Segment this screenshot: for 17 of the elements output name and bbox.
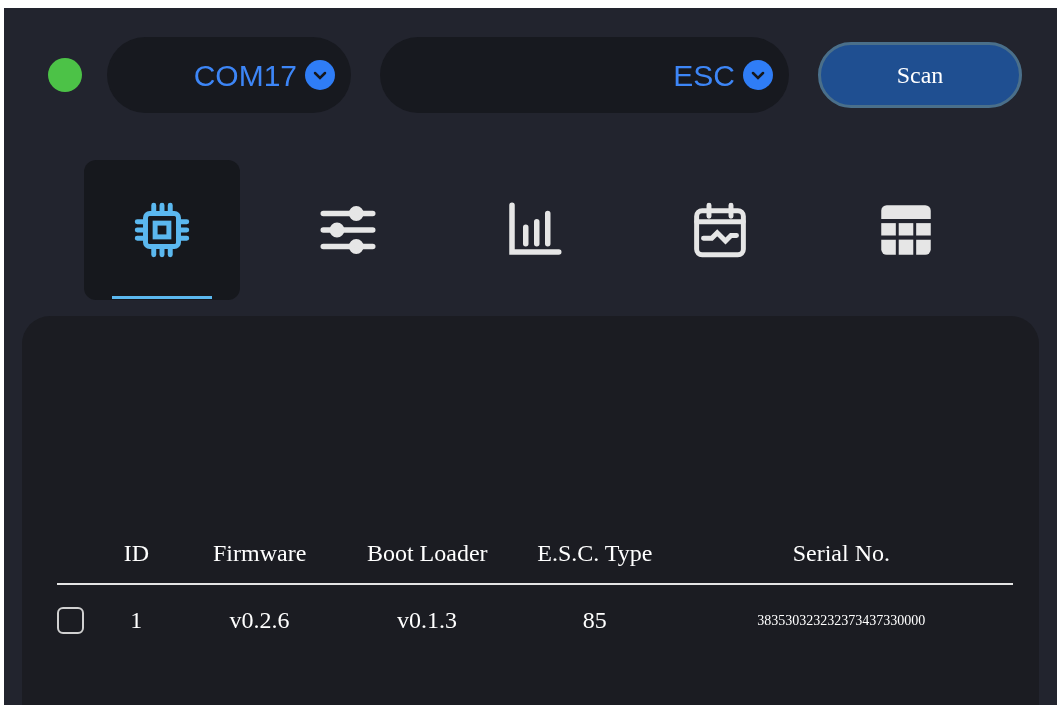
column-header: E.S.C. Type <box>536 539 654 568</box>
table-cell: v0.1.3 <box>397 607 458 633</box>
table-cell: v0.2.6 <box>229 607 290 633</box>
scan-button[interactable]: Scan <box>818 42 1022 108</box>
tab[interactable] <box>84 160 240 300</box>
table-cell: 1 <box>130 607 143 633</box>
table-cell: 85 <box>582 607 607 633</box>
dropdown-caret-icon <box>305 60 335 90</box>
dropdown-caret-icon <box>743 60 773 90</box>
port-dropdown[interactable]: COM17 <box>107 37 351 113</box>
device-dropdown[interactable]: ESC <box>380 37 789 113</box>
column-header: Serial No. <box>791 539 891 568</box>
column-header: Firmware <box>212 539 308 568</box>
row-checkbox[interactable] <box>57 606 84 634</box>
column-header: ID <box>122 539 151 568</box>
column-header: Boot Loader <box>365 539 489 568</box>
table-cell: 383530323232373437330000 <box>757 613 926 628</box>
